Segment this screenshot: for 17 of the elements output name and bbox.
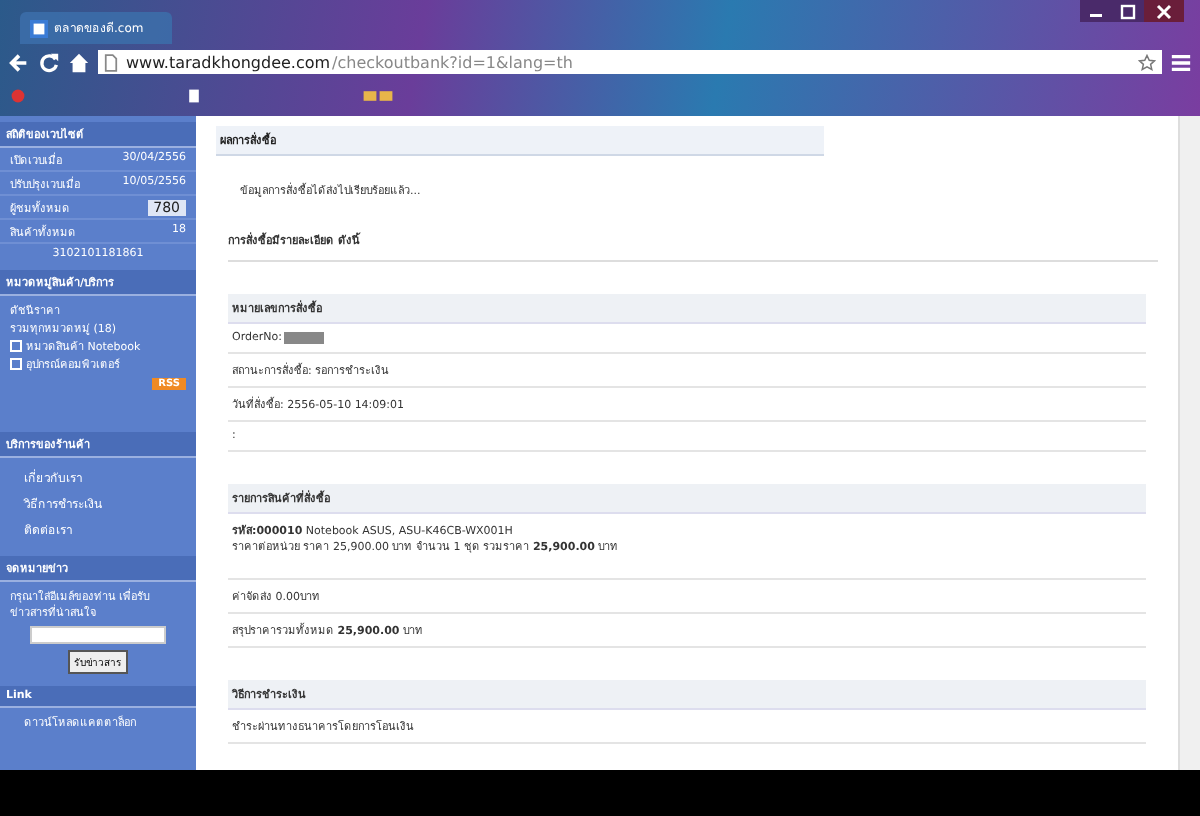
star-icon[interactable] [1138, 53, 1156, 71]
close-button[interactable] [1144, 0, 1184, 22]
menu-icon[interactable] [1170, 51, 1192, 73]
reload-icon[interactable] [38, 51, 60, 73]
redacted-block [283, 332, 324, 344]
page-icon[interactable] [186, 88, 202, 104]
back-icon[interactable] [8, 51, 30, 73]
email-field[interactable] [30, 626, 166, 644]
minimize-button[interactable] [1080, 0, 1112, 22]
scrollbar[interactable] [1178, 116, 1200, 770]
home-icon[interactable] [68, 51, 90, 73]
address-bar[interactable]: www.taradkhongdee.com/checkoutbank?id=1&lang=th [98, 50, 1162, 74]
maximize-icon [1120, 3, 1136, 19]
page-icon [104, 53, 118, 71]
close-icon [1156, 3, 1172, 19]
maximize-button[interactable] [1112, 0, 1144, 22]
site-favicon-icon [30, 19, 48, 37]
